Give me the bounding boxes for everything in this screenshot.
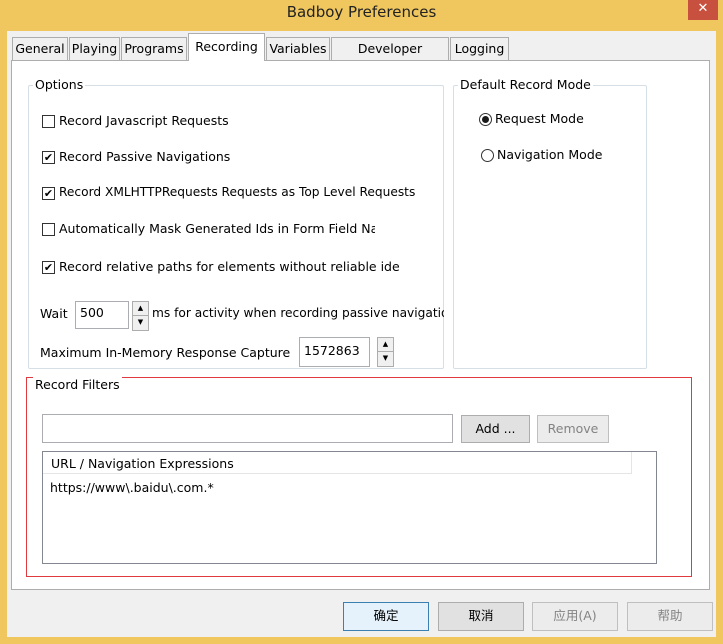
- record-filters-title: Record Filters: [33, 377, 122, 392]
- record-relative-paths-checkbox[interactable]: ✔: [42, 261, 55, 274]
- record-xmlhttprequests-label: Record XMLHTTPRequests Requests as Top L…: [59, 185, 416, 199]
- cancel-button[interactable]: 取消: [438, 602, 524, 631]
- checkmark-icon: ✔: [43, 187, 54, 200]
- request-mode-radio[interactable]: [479, 113, 492, 126]
- capture-label: Maximum In-Memory Response Capture: [40, 345, 291, 360]
- remove-filter-button[interactable]: Remove: [537, 415, 609, 443]
- wait-spinner[interactable]: ▲ ▼: [132, 301, 149, 331]
- ok-button[interactable]: 确定: [343, 602, 429, 631]
- navigation-mode-label: Navigation Mode: [497, 147, 603, 162]
- wait-label: Wait: [40, 306, 68, 321]
- spin-down-icon[interactable]: ▼: [377, 351, 394, 367]
- record-relative-paths-label: Record relative paths for elements witho…: [59, 259, 400, 274]
- mask-generated-ids-label: Automatically Mask Generated Ids in Form…: [59, 221, 375, 236]
- window-title: Badboy Preferences: [286, 3, 437, 21]
- capture-spinner[interactable]: ▲ ▼: [377, 337, 394, 367]
- tab-developer-settings[interactable]: Developer Settings: [331, 37, 449, 77]
- spin-down-icon[interactable]: ▼: [132, 315, 149, 331]
- filter-list[interactable]: URL / Navigation Expressions https://www…: [42, 451, 657, 564]
- tab-playing[interactable]: Playing: [69, 37, 120, 60]
- record-passive-navigations-label: Record Passive Navigations: [59, 149, 231, 164]
- radio-selected-dot: [482, 116, 489, 123]
- navigation-mode-radio[interactable]: [481, 149, 494, 162]
- record-mode-group-title: Default Record Mode: [458, 77, 593, 92]
- wait-input[interactable]: 500: [75, 301, 129, 329]
- list-item[interactable]: https://www\.baidu\.com.*: [50, 480, 214, 495]
- tab-logging[interactable]: Logging: [450, 37, 509, 60]
- list-column-header-label: URL / Navigation Expressions: [51, 456, 234, 471]
- help-button[interactable]: 帮助: [627, 602, 713, 631]
- close-button[interactable]: ✕: [688, 0, 718, 20]
- capture-input[interactable]: 1572863: [299, 337, 370, 367]
- recording-panel: Options Record Javascript Requests ✔ Rec…: [11, 60, 710, 590]
- record-mode-group: [453, 85, 647, 369]
- tab-programs[interactable]: Programs: [121, 37, 187, 60]
- filter-input[interactable]: [42, 414, 453, 443]
- checkmark-icon: ✔: [43, 261, 54, 274]
- record-javascript-label: Record Javascript Requests: [59, 113, 229, 128]
- wait-suffix-label: ms for activity when recording passive n…: [152, 306, 444, 320]
- options-group-title: Options: [33, 77, 86, 92]
- tab-variables[interactable]: Variables: [266, 37, 330, 60]
- record-xmlhttprequests-checkbox[interactable]: ✔: [42, 187, 55, 200]
- apply-button[interactable]: 应用(A): [532, 602, 618, 631]
- checkmark-icon: ✔: [43, 151, 54, 164]
- tab-recording[interactable]: Recording: [188, 33, 265, 61]
- mask-generated-ids-checkbox[interactable]: [42, 223, 55, 236]
- request-mode-label: Request Mode: [495, 111, 584, 126]
- add-filter-button[interactable]: Add ...: [461, 415, 530, 443]
- tab-general[interactable]: General: [12, 37, 68, 60]
- record-passive-navigations-checkbox[interactable]: ✔: [42, 151, 55, 164]
- record-javascript-checkbox[interactable]: [42, 115, 55, 128]
